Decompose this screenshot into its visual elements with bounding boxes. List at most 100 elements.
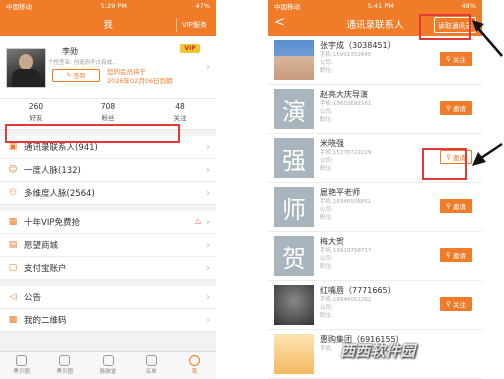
mall-icon: ▤ <box>8 240 18 250</box>
sign-in-label: 签到 <box>73 73 86 80</box>
alipay-icon: ▢ <box>8 263 18 273</box>
menu-group-network: ▣ 通讯录联系人(941) › ☺ 一度人脉(132) › ⚇ 多维度人脉(25… <box>0 136 216 205</box>
button-label: 关注 <box>452 56 466 64</box>
time-label: 5:41 PM <box>367 2 394 10</box>
list-item[interactable]: 师 扈艳平老师 手机:18346558851 公司: 职位: ⚲ 邀请 <box>268 183 482 232</box>
vip-badge: VIP <box>180 44 200 53</box>
person-add-icon: ⚲ <box>446 55 453 63</box>
menu-item-qrcode[interactable]: ▩ 我的二维码 › <box>0 309 216 332</box>
menu-item-label: 支付宝账户 <box>24 264 67 274</box>
contact-phone: 手机:18946051262 <box>320 297 372 303</box>
menu-item-label: 我的二维码 <box>24 316 67 326</box>
user-icon <box>188 355 200 366</box>
tab-label: 买单 <box>145 369 157 375</box>
battery-label: 48% <box>461 2 476 10</box>
list-item[interactable]: 贺 梅大贺 手机:13918758717 公司: 职位: ⚲ 邀请 <box>268 232 482 281</box>
contact-phone: 手机:13918758717 <box>320 248 372 254</box>
list-item[interactable]: 红嘴唇（7771665） 手机:18946051262 公司: 职位: ⚲ 关注 <box>268 281 482 330</box>
contact-company: 公司: <box>320 207 333 213</box>
avatar[interactable] <box>6 48 46 88</box>
tab-circle[interactable]: 黑贝圈 <box>43 352 86 379</box>
contact-phone: 手机:15376722229 <box>320 150 372 156</box>
menu-item-first-degree[interactable]: ☺ 一度人脉(132) › <box>0 159 216 182</box>
circle-icon <box>59 355 71 366</box>
contact-position: 职位: <box>320 166 333 172</box>
menu-item-wish-mall[interactable]: ▤ 愿望商城 › <box>0 234 216 257</box>
tab-me[interactable]: 我 <box>173 352 216 379</box>
contact-info: 手机:18603691581 公司: 职位: <box>320 100 371 124</box>
qrcode-icon: ▩ <box>8 315 18 325</box>
follow-button[interactable]: ⚲ 关注 <box>440 297 472 311</box>
page-title: 我 <box>103 20 113 31</box>
vip-icon: ▦ <box>8 217 18 227</box>
button-label: 邀请 <box>452 203 466 211</box>
people-icon: ☺ <box>8 165 18 175</box>
vip-expiry-line2: 2026年02月06日到期 <box>107 77 173 85</box>
status-bar: 中国移动 5:29 PM 47% <box>0 0 216 12</box>
avatar <box>274 285 314 325</box>
home-icon <box>16 355 28 366</box>
chevron-right-icon: › <box>206 239 210 251</box>
chevron-right-icon: › <box>206 262 210 274</box>
contact-company: 公司: <box>320 256 333 262</box>
network-icon: ⚇ <box>8 188 18 198</box>
contact-name: 红嘴唇（7771665） <box>320 286 396 295</box>
sign-in-button[interactable]: ✎ 签到 <box>52 69 100 82</box>
avatar-body <box>12 69 40 87</box>
menu-item-alipay[interactable]: ▢ 支付宝账户 › <box>0 257 216 280</box>
back-button[interactable]: < <box>274 15 285 30</box>
contact-name: 梅大贺 <box>320 237 344 246</box>
announce-icon: ◁ <box>9 292 17 302</box>
contact-info: 手机:18946051262 公司: 职位: <box>320 296 371 320</box>
tab-label: 脉脉堂 <box>99 369 117 375</box>
contact-phone: 手机:18346558851 <box>320 199 372 205</box>
menu-item-label: 多维度人脉(2564) <box>24 189 95 199</box>
status-bar: 中国移动 5:41 PM 48% <box>268 0 482 12</box>
contact-info: 手机:18346558851 公司: 职位: <box>320 198 371 222</box>
carrier-label: 中国移动 <box>274 3 300 11</box>
list-item[interactable]: 张宇成（3038451） 手机:15901352645 公司: 职位: ⚲ 关注 <box>268 36 482 85</box>
carrier-label: 中国移动 <box>6 3 32 11</box>
avatar-face <box>19 54 33 70</box>
highlight-box <box>422 148 467 180</box>
contact-list: 张宇成（3038451） 手机:15901352645 公司: 职位: ⚲ 关注… <box>268 36 482 379</box>
contact-name: 赵亮大庆导演 <box>320 90 368 99</box>
profile-signature: 个性签名: 创造而不占有成... <box>48 60 118 66</box>
invite-button[interactable]: ⚲ 邀请 <box>440 101 472 115</box>
chevron-right-icon: › <box>206 164 210 176</box>
contact-phone: 手机: <box>320 346 333 352</box>
invite-button[interactable]: ⚲ 邀请 <box>440 199 472 213</box>
contact-info: 手机:13918758717 公司: 职位: <box>320 247 371 271</box>
person-add-icon: ⚲ <box>446 300 453 308</box>
menu-item-announcement[interactable]: ◁ 公告 › <box>0 286 216 309</box>
tab-bar: 黑贝圈 黑贝圈 脉脉堂 买单 我 <box>0 351 216 379</box>
contact-phone: 手机:15901352645 <box>320 52 372 58</box>
avatar <box>274 40 314 80</box>
profile-name: 李勋 <box>62 47 78 56</box>
stat-label: 粉丝 <box>101 114 115 122</box>
follow-button[interactable]: ⚲ 关注 <box>440 52 472 66</box>
avatar <box>274 334 314 374</box>
invite-button[interactable]: ⚲ 邀请 <box>440 248 472 262</box>
menu-item-label: 一度人脉(132) <box>24 166 81 176</box>
tab-pay[interactable]: 买单 <box>130 352 173 379</box>
tab-hall[interactable]: 脉脉堂 <box>86 352 129 379</box>
menu-item-multi-degree[interactable]: ⚇ 多维度人脉(2564) › <box>0 182 216 205</box>
menu-item-vip-free[interactable]: ▦ 十年VIP免费抢 ♨ › <box>0 211 216 234</box>
wallet-icon <box>145 355 157 366</box>
highlight-box <box>419 14 471 40</box>
button-label: 邀请 <box>452 252 466 260</box>
button-label: 邀请 <box>452 105 466 113</box>
tab-label: 黑贝圈 <box>13 369 30 375</box>
right-phone-screen: 中国移动 5:41 PM 48% < 通讯录联系人 读取通讯录 张宇成（3038… <box>268 0 482 379</box>
chevron-right-icon: › <box>206 216 210 228</box>
chevron-right-icon: › <box>206 187 210 199</box>
vip-service-button[interactable]: VIP服务 <box>175 18 210 32</box>
tab-home[interactable]: 黑贝圈 <box>0 352 43 379</box>
left-phone-screen: 中国移动 5:29 PM 47% 我 VIP服务 李勋 VIP 个性签名: 创造… <box>0 0 216 379</box>
compass-icon <box>102 355 114 366</box>
profile-card[interactable]: 李勋 VIP 个性签名: 创造而不占有成... ✎ 签到 您的会员将于 2026… <box>0 36 216 99</box>
contact-company: 公司: <box>320 109 333 115</box>
list-item[interactable]: 演 赵亮大庆导演 手机:18603691581 公司: 职位: ⚲ 邀请 <box>268 85 482 134</box>
contact-company: 公司: <box>320 305 333 311</box>
